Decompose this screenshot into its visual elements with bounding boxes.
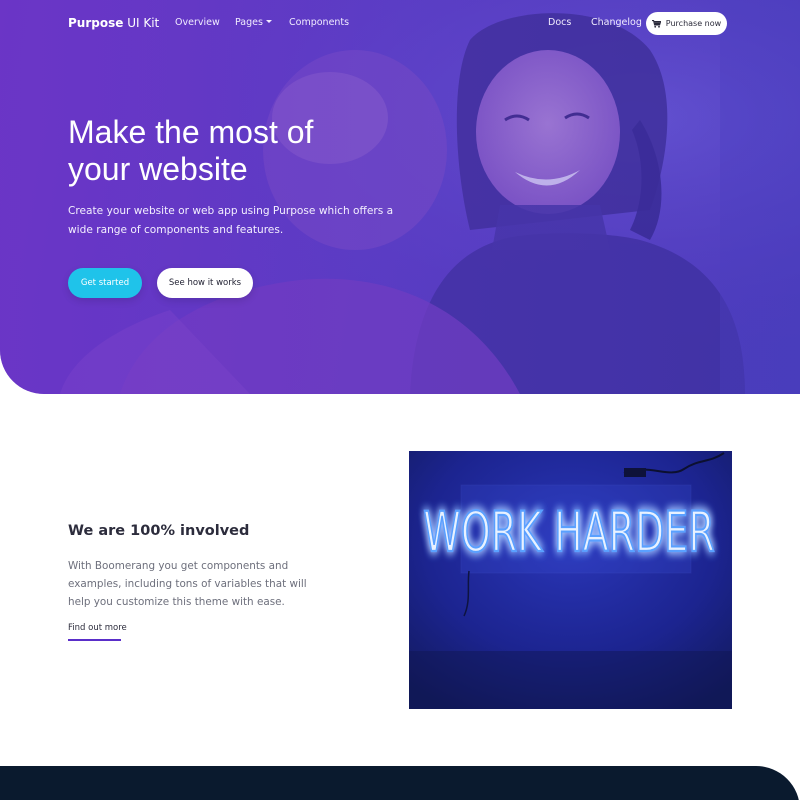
purchase-now-button[interactable]: Purchase now: [646, 12, 727, 35]
get-started-button[interactable]: Get started: [68, 268, 142, 298]
nav-link-docs[interactable]: Docs: [548, 17, 571, 28]
nav-link-changelog[interactable]: Changelog: [591, 17, 642, 28]
nav-link-pages-label: Pages: [235, 17, 263, 28]
feature-title: We are 100% involved: [68, 523, 250, 539]
dark-footer-section: [0, 766, 800, 800]
neon-sign-illustration: WORK HARDER: [409, 451, 732, 709]
hero-subtitle: Create your website or web app using Pur…: [68, 205, 394, 236]
nav-link-pages[interactable]: Pages: [235, 17, 272, 28]
shopping-cart-icon: [651, 19, 661, 28]
nav-link-docs-label: Docs: [548, 17, 572, 28]
hero-color-overlay: [0, 0, 800, 394]
nav-link-components[interactable]: Components: [289, 17, 349, 28]
brand-name-bold: Purpose: [68, 16, 124, 30]
chevron-down-icon: [265, 20, 272, 23]
nav-link-changelog-label: Changelog: [591, 17, 642, 28]
see-how-it-works-label: See how it works: [168, 278, 242, 288]
nav-link-overview[interactable]: Overview: [175, 17, 220, 28]
see-how-it-works-button[interactable]: See how it works: [157, 268, 253, 298]
neon-sign-image: WORK HARDER: [409, 451, 732, 709]
nav-link-overview-label: Overview: [175, 17, 220, 28]
hero-section: Purpose UI Kit Overview Pages Components…: [0, 0, 800, 394]
feature-description: With Boomerang you get components and ex…: [68, 560, 307, 608]
hero-title: Make the most of your website: [68, 114, 398, 188]
hero-title-line-2: your website: [68, 151, 248, 187]
hero-title-line-1: Make the most of: [68, 114, 314, 150]
find-out-more-label: Find out more: [68, 623, 127, 633]
neon-sign-text: WORK HARDER: [423, 501, 714, 565]
top-navbar: Purpose UI Kit Overview Pages Components…: [0, 0, 800, 46]
link-underline: [68, 639, 121, 641]
brand-name-light: UI Kit: [127, 16, 160, 30]
brand-logo[interactable]: Purpose UI Kit: [68, 16, 159, 30]
nav-link-components-label: Components: [289, 17, 350, 28]
get-started-label: Get started: [80, 278, 130, 288]
purchase-now-label: Purchase now: [665, 19, 722, 28]
find-out-more-link[interactable]: Find out more: [68, 623, 127, 633]
